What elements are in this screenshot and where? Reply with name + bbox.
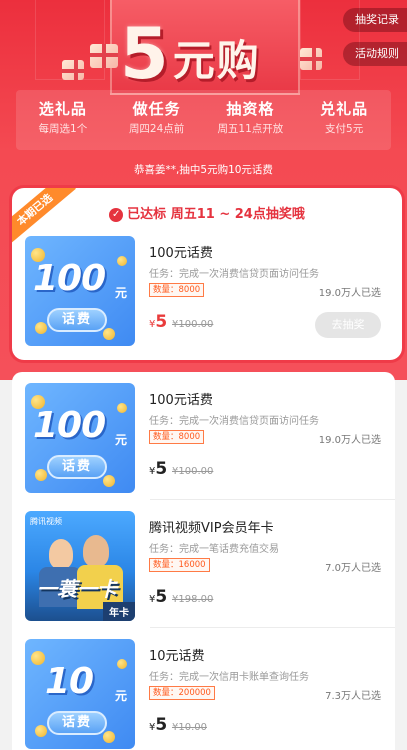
- product-name[interactable]: 腾讯视频VIP会员年卡: [149, 517, 274, 536]
- coin-icon: [31, 651, 45, 665]
- coin-icon: [35, 469, 47, 481]
- step-sub: 周四24点前: [128, 123, 185, 135]
- thumb-unit: 元: [114, 286, 127, 300]
- go-draw-button[interactable]: 去抽奖: [315, 312, 381, 338]
- product-quantity: 数量：16000: [149, 558, 210, 572]
- coin-icon: [35, 725, 47, 737]
- original-price: ¥10.00: [172, 722, 207, 733]
- thumb-unit: 元: [114, 689, 127, 703]
- step-select-gift: 选礼品 每周选1个: [16, 90, 110, 150]
- coin-icon: [103, 328, 115, 340]
- step-title: 兑礼品: [320, 100, 369, 118]
- coin-icon: [35, 322, 47, 334]
- product-thumbnail[interactable]: 腾讯视频 一蓑一卡 年卡: [25, 511, 135, 621]
- product-quantity: 数量：200000: [149, 686, 215, 700]
- title-text: 元购: [172, 36, 261, 85]
- step-draw: 抽资格 周五11点开放: [204, 90, 298, 150]
- current-price: ¥5: [149, 459, 167, 479]
- person-figure: [83, 535, 109, 567]
- thumb-title: 一蓑一卡: [37, 577, 117, 601]
- coin-icon: [103, 731, 115, 743]
- original-price: ¥100.00: [172, 319, 214, 330]
- price-value: 5: [155, 459, 168, 479]
- thumb-tag: 话费: [47, 711, 107, 735]
- original-price: ¥198.00: [172, 594, 214, 605]
- product-quantity: 数量：8000: [149, 430, 205, 444]
- thumb-badge: 年卡: [103, 602, 135, 621]
- draw-record-button[interactable]: 抽奖记录: [343, 8, 407, 32]
- selected-count: 19.0万人已选: [318, 435, 381, 446]
- product-name[interactable]: 100元话费: [149, 242, 213, 261]
- selected-count: 7.3万人已选: [325, 691, 381, 702]
- steps-bar: 选礼品 每周选1个 做任务 周四24点前 抽资格 周五11点开放 兑礼品 支付5…: [16, 90, 391, 150]
- product-quantity: 数量：8000: [149, 283, 205, 297]
- product-name[interactable]: 100元话费: [149, 389, 213, 408]
- product-task: 任务：完成一次消费信贷页面访问任务: [149, 269, 319, 280]
- coin-icon: [117, 659, 127, 669]
- thumb-amount: 100: [33, 258, 106, 299]
- page-title: 5 元购: [120, 2, 295, 90]
- step-sub: 支付5元: [325, 123, 364, 135]
- coin-icon: [103, 475, 115, 487]
- product-thumbnail[interactable]: 100 元 话费: [25, 383, 135, 493]
- step-do-task: 做任务 周四24点前: [110, 90, 204, 150]
- selected-count: 7.0万人已选: [325, 563, 381, 574]
- activity-rules-button[interactable]: 活动规则: [343, 42, 407, 66]
- check-icon: ✓: [109, 208, 124, 222]
- current-price: ¥5: [149, 715, 167, 735]
- product-thumbnail[interactable]: 100 元 话费: [25, 236, 135, 346]
- coin-icon: [117, 256, 127, 266]
- gift-box-icon: [90, 44, 118, 68]
- step-redeem: 兑礼品 支付5元: [297, 90, 391, 150]
- price-value: 5: [155, 312, 168, 332]
- thumb-unit: 元: [114, 433, 127, 447]
- product-task: 任务：完成一次消费信贷页面访问任务: [149, 416, 319, 427]
- step-title: 抽资格: [226, 100, 275, 118]
- step-title: 做任务: [132, 100, 181, 118]
- product-thumbnail[interactable]: 10 元 话费: [25, 639, 135, 749]
- gift-box-icon: [300, 48, 322, 70]
- step-sub: 周五11点开放: [217, 123, 284, 135]
- product-name[interactable]: 10元话费: [149, 645, 205, 664]
- current-price: ¥5: [149, 587, 167, 607]
- thumb-amount: 10: [45, 661, 94, 702]
- product-task: 任务：完成一笔话费充值交易: [149, 544, 279, 555]
- thumb-tag: 话费: [47, 308, 107, 332]
- thumb-tag: 话费: [47, 455, 107, 479]
- current-selection-card: 本期已选 ✓ 已达标 周五11 ~ 24点抽奖哦 100 元 话费 100元话费 …: [12, 188, 402, 360]
- price-value: 5: [155, 587, 168, 607]
- person-figure: [49, 539, 73, 569]
- original-price: ¥100.00: [172, 466, 214, 477]
- title-number: 5: [120, 13, 169, 95]
- price-value: 5: [155, 715, 168, 735]
- thumb-amount: 100: [33, 405, 106, 446]
- product-list: 100 元 话费 100元话费 任务：完成一次消费信贷页面访问任务 数量：800…: [12, 372, 395, 750]
- video-logo: 腾讯视频: [30, 517, 62, 526]
- divider: [150, 499, 395, 500]
- divider: [150, 627, 395, 628]
- qualify-text: 已达标 周五11 ~ 24点抽奖哦: [127, 207, 305, 222]
- winner-notice: 恭喜姜**,抽中5元购10元话费: [134, 164, 273, 176]
- product-task: 任务：完成一次信用卡账单查询任务: [149, 672, 309, 683]
- coin-icon: [117, 403, 127, 413]
- current-price: ¥5: [149, 312, 167, 332]
- gift-box-icon: [62, 60, 84, 80]
- step-sub: 每周选1个: [38, 123, 88, 135]
- step-title: 选礼品: [38, 100, 87, 118]
- selected-count: 19.0万人已选: [318, 288, 381, 299]
- qualify-status: ✓ 已达标 周五11 ~ 24点抽奖哦: [12, 203, 402, 222]
